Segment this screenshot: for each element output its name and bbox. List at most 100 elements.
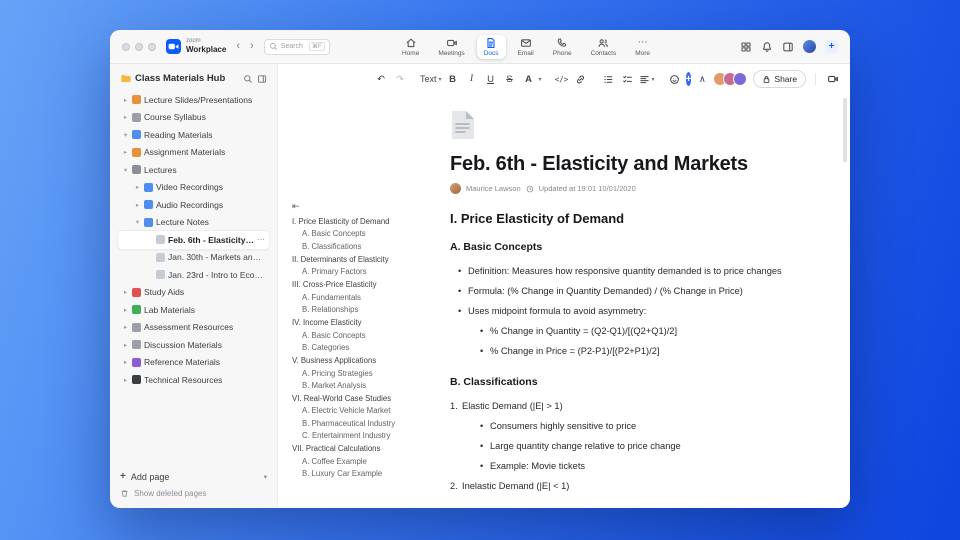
sidebar-item-discussion-materials[interactable]: ▸ Discussion Materials (118, 336, 269, 354)
subsection-heading[interactable]: A. Basic Concepts (450, 241, 828, 253)
italic-button[interactable]: I (464, 71, 480, 87)
tab-meetings[interactable]: Meetings (431, 35, 471, 59)
sidebar-item-lecture-slides[interactable]: ▸ Lecture Slides/Presentations (118, 91, 269, 109)
notifications-bell-icon[interactable] (761, 41, 773, 53)
outline-item[interactable]: I. Price Elasticity of Demand (292, 216, 442, 228)
document-canvas[interactable]: Feb. 6th - Elasticity and Markets Mauric… (442, 94, 850, 508)
sub-bullet-item[interactable]: • % Change in Quantity = (Q2-Q1)/[(Q2+Q1)… (480, 321, 828, 341)
chevron-down-icon[interactable]: ▾ (134, 218, 141, 226)
outline-item[interactable]: VII. Practical Calculations (292, 443, 442, 455)
subsection-heading[interactable]: B. Classifications (450, 376, 828, 388)
collaborator-avatars[interactable] (713, 72, 748, 86)
forward-button[interactable]: › (250, 41, 254, 52)
apps-grid-icon[interactable] (740, 41, 752, 53)
outline-item[interactable]: VI. Real-World Case Studies (292, 393, 442, 405)
outline-item[interactable]: IV. Income Elasticity (292, 317, 442, 329)
bullet-item[interactable]: • Uses midpoint formula to avoid asymmetr… (458, 301, 828, 321)
chevron-right-icon[interactable]: ▸ (122, 113, 129, 121)
sidebar-item-note-jan-30[interactable]: Jan. 30th - Markets and P... (118, 249, 269, 267)
bullet-list-button[interactable] (601, 71, 617, 87)
chevron-right-icon[interactable]: ▸ (122, 341, 129, 349)
sidebar-item-course-syllabus[interactable]: ▸ Course Syllabus (118, 109, 269, 127)
chevron-down-icon[interactable]: ▾ (122, 166, 129, 174)
outline-item[interactable]: B. Relationships (292, 304, 442, 316)
chevron-down-icon[interactable]: ▾ (264, 473, 267, 481)
sidebar-item-note-jan-23[interactable]: Jan. 23rd - Intro to Econo... (118, 266, 269, 284)
outline-item[interactable]: A. Pricing Strategies (292, 368, 442, 380)
user-avatar[interactable] (803, 40, 816, 53)
checklist-button[interactable] (620, 71, 636, 87)
sidebar-item-video-recordings[interactable]: ▸ Video Recordings (118, 179, 269, 197)
bold-button[interactable]: B (445, 71, 461, 87)
chevron-right-icon[interactable]: ▸ (122, 96, 129, 104)
tab-contacts[interactable]: Contacts (584, 35, 624, 59)
sidebar-item-reference-materials[interactable]: ▸ Reference Materials (118, 354, 269, 372)
window-minimize-button[interactable] (135, 42, 143, 51)
outline-item[interactable]: III. Cross-Price Elasticity (292, 279, 442, 291)
sidebar-item-assignment-materials[interactable]: ▸ Assignment Materials (118, 144, 269, 162)
chevron-right-icon[interactable]: ▸ (122, 306, 129, 314)
outline-item[interactable]: II. Determinants of Elasticity (292, 254, 442, 266)
chevron-right-icon[interactable]: ▸ (122, 323, 129, 331)
add-page-button[interactable]: + Add page ▾ (120, 471, 267, 482)
sub-bullet-item[interactable]: • Consumers highly sensitive to price (480, 416, 828, 436)
window-zoom-button[interactable] (148, 42, 156, 51)
tab-home[interactable]: Home (395, 35, 426, 59)
back-button[interactable]: ‹ (236, 41, 240, 52)
numbered-item[interactable]: 2. Inelastic Demand (|E| < 1) (450, 476, 828, 496)
chevron-right-icon[interactable]: ▸ (122, 148, 129, 156)
chevron-right-icon[interactable]: ▸ (134, 201, 141, 209)
redo-button[interactable]: ↷ (392, 71, 408, 87)
sidebar-item-audio-recordings[interactable]: ▸ Audio Recordings (118, 196, 269, 214)
tab-phone[interactable]: Phone (546, 35, 579, 59)
outline-item[interactable]: B. Categories (292, 342, 442, 354)
sidebar-item-note-feb-6[interactable]: Feb. 6th - Elasticity and M... ⋯ (118, 231, 269, 249)
side-panel-icon[interactable] (782, 41, 794, 53)
sidebar-item-lecture-notes[interactable]: ▾ Lecture Notes (118, 214, 269, 232)
sidebar-search-icon[interactable] (243, 74, 253, 84)
outline-item[interactable]: B. Market Analysis (292, 380, 442, 392)
code-button[interactable]: </> (554, 71, 570, 87)
link-button[interactable] (573, 71, 589, 87)
outline-item[interactable]: A. Primary Factors (292, 266, 442, 278)
chevron-right-icon[interactable]: ▸ (122, 358, 129, 366)
document-title[interactable]: Feb. 6th - Elasticity and Markets (450, 153, 828, 176)
global-search-input[interactable]: Search ⌘F (263, 38, 330, 55)
text-style-dropdown[interactable]: Text ▾ (420, 74, 442, 84)
sidebar-item-lectures[interactable]: ▾ Lectures (118, 161, 269, 179)
underline-button[interactable]: U (483, 71, 499, 87)
collaborator-avatar[interactable] (733, 72, 748, 86)
font-color-dropdown[interactable]: A ▾ (521, 71, 541, 87)
insert-block-button[interactable]: + (685, 72, 692, 86)
sidebar-item-study-aids[interactable]: ▸ Study Aids (118, 284, 269, 302)
undo-button[interactable]: ↶ (373, 71, 389, 87)
alignment-dropdown[interactable]: ▾ (639, 74, 655, 85)
add-button[interactable]: + (825, 40, 838, 53)
start-meeting-button[interactable] (825, 71, 841, 87)
strikethrough-button[interactable]: S (502, 71, 518, 87)
outline-item[interactable]: B. Classifications (292, 241, 442, 253)
tab-docs[interactable]: Docs (476, 34, 506, 59)
outline-item[interactable]: B. Luxury Car Example (292, 468, 442, 480)
show-deleted-pages-button[interactable]: Show deleted pages (120, 489, 267, 498)
collapse-outline-icon[interactable]: ⇤ (292, 202, 442, 211)
emoji-button[interactable] (667, 71, 683, 87)
sidebar-item-reading-materials[interactable]: ▾ Reading Materials (118, 126, 269, 144)
share-button[interactable]: Share (753, 70, 807, 88)
numbered-item[interactable]: 1. Elastic Demand (|E| > 1) (450, 396, 828, 416)
sidebar-item-technical-resources[interactable]: ▸ Technical Resources (118, 371, 269, 389)
tab-more[interactable]: ⋯ More (628, 35, 657, 59)
outline-item[interactable]: V. Business Applications (292, 355, 442, 367)
outline-item[interactable]: C. Entertainment Industry (292, 430, 442, 442)
collapse-sidebar-icon[interactable] (257, 74, 267, 84)
outline-item[interactable]: A. Electric Vehicle Market (292, 405, 442, 417)
section-heading[interactable]: I. Price Elasticity of Demand (450, 211, 828, 226)
chevron-right-icon[interactable]: ▸ (122, 376, 129, 384)
outline-item[interactable]: A. Coffee Example (292, 456, 442, 468)
outline-item[interactable]: B. Pharmaceutical Industry (292, 418, 442, 430)
outline-item[interactable]: A. Basic Concepts (292, 330, 442, 342)
scrollbar-thumb[interactable] (843, 98, 847, 162)
collapse-toolbar-button[interactable]: ∧ (694, 71, 710, 87)
chevron-down-icon[interactable]: ▾ (122, 131, 129, 139)
sidebar-item-assessment-resources[interactable]: ▸ Assessment Resources (118, 319, 269, 337)
